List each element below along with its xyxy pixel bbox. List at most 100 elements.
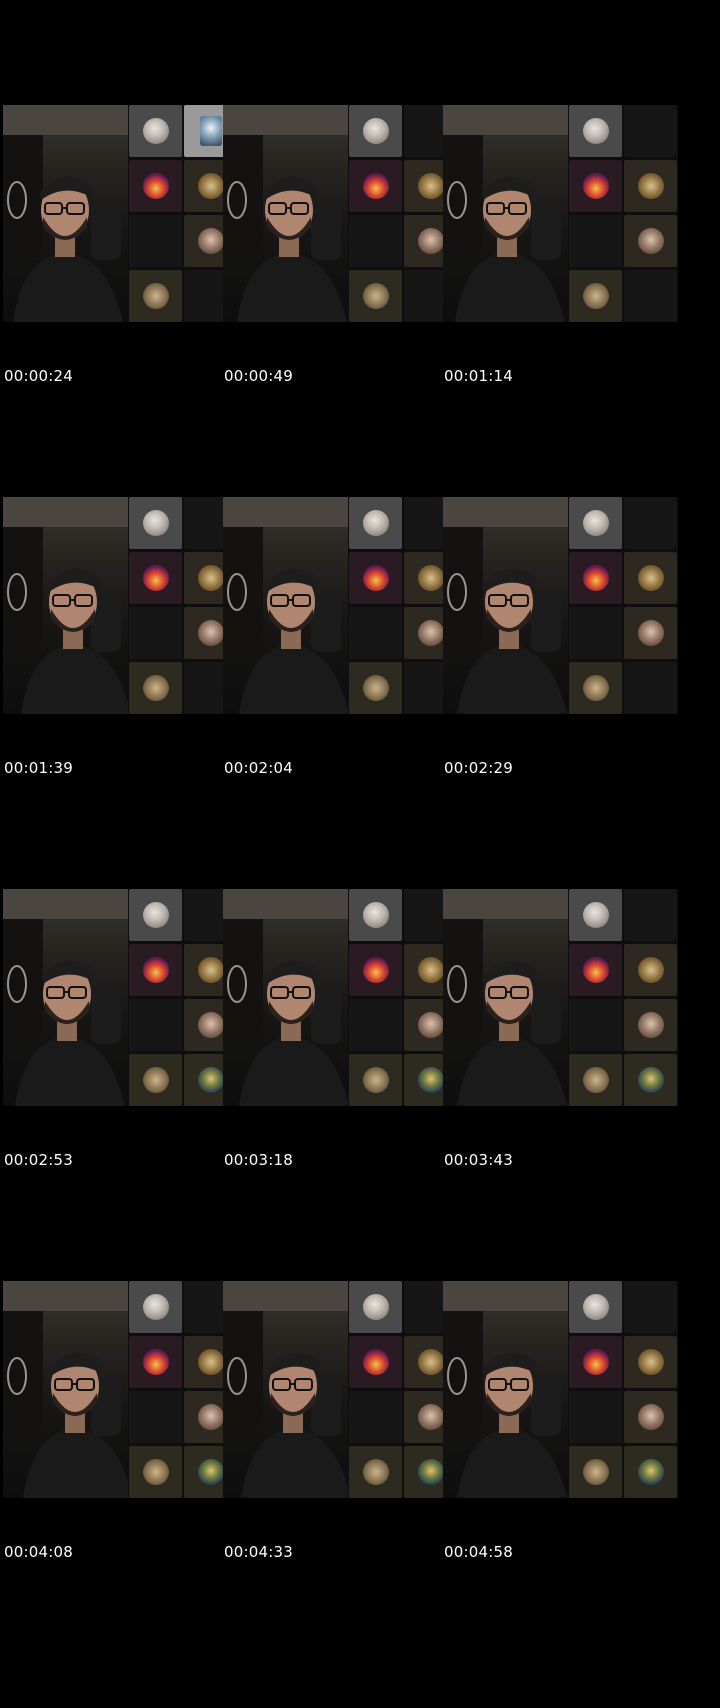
participant-tile[interactable] xyxy=(129,552,182,604)
person-silhouette xyxy=(443,105,568,322)
participant-tile[interactable] xyxy=(129,607,182,659)
participant-tile[interactable] xyxy=(129,1281,182,1333)
participant-tile[interactable] xyxy=(624,1446,677,1498)
participant-tile[interactable] xyxy=(349,1336,402,1388)
lion-avatar xyxy=(362,675,389,701)
portrait-avatar xyxy=(142,118,169,144)
participant-tile[interactable] xyxy=(129,1446,182,1498)
camera-feed xyxy=(223,497,348,714)
participant-tile[interactable] xyxy=(569,105,622,157)
portrait-avatar xyxy=(142,510,169,536)
participant-tile[interactable] xyxy=(624,889,677,941)
camera-feed xyxy=(3,889,128,1106)
participant-tile[interactable] xyxy=(569,999,622,1051)
participant-tile[interactable] xyxy=(129,160,182,212)
participant-tile[interactable] xyxy=(624,105,677,157)
participant-tile[interactable] xyxy=(569,1446,622,1498)
participant-tile[interactable] xyxy=(129,999,182,1051)
participant-tile[interactable] xyxy=(349,270,402,322)
frame-cell: 00:02:53 xyxy=(0,784,240,1211)
participant-tile[interactable] xyxy=(349,1054,402,1106)
participant-tile[interactable] xyxy=(624,270,677,322)
participant-tile[interactable] xyxy=(349,999,402,1051)
participant-tile[interactable] xyxy=(569,1336,622,1388)
participant-tile[interactable] xyxy=(624,607,677,659)
woman-avatar xyxy=(637,1404,664,1430)
participant-tile[interactable] xyxy=(569,662,622,714)
participant-tile[interactable] xyxy=(349,1281,402,1333)
lion-avatar xyxy=(142,675,169,701)
participant-tile[interactable] xyxy=(349,607,402,659)
person-silhouette xyxy=(3,889,128,1106)
video-call-frame xyxy=(3,497,238,714)
participant-tile[interactable] xyxy=(624,662,677,714)
participant-tile[interactable] xyxy=(129,1054,182,1106)
participant-tile[interactable] xyxy=(349,497,402,549)
participant-grid xyxy=(569,1281,678,1498)
participant-tile[interactable] xyxy=(349,1391,402,1443)
participant-tile[interactable] xyxy=(349,105,402,157)
participant-tile[interactable] xyxy=(349,944,402,996)
frame-cell: 00:00:49 xyxy=(220,0,460,427)
participant-tile[interactable] xyxy=(129,1336,182,1388)
lion-avatar xyxy=(362,1459,389,1485)
participant-tile[interactable] xyxy=(349,662,402,714)
participant-tile[interactable] xyxy=(349,215,402,267)
sunset-avatar xyxy=(582,1349,609,1375)
participant-tile[interactable] xyxy=(129,215,182,267)
frame-cell: 00:04:58 xyxy=(440,1176,680,1603)
participant-tile[interactable] xyxy=(569,160,622,212)
frame-cell: 00:02:29 xyxy=(440,392,680,819)
person-silhouette xyxy=(443,497,568,714)
participant-tile[interactable] xyxy=(569,1054,622,1106)
participant-tile[interactable] xyxy=(624,497,677,549)
participant-tile[interactable] xyxy=(349,552,402,604)
participant-tile[interactable] xyxy=(624,215,677,267)
portrait-avatar xyxy=(582,510,609,536)
woman-avatar xyxy=(637,1012,664,1038)
portrait-avatar xyxy=(142,1294,169,1320)
participant-tile[interactable] xyxy=(624,1391,677,1443)
participant-tile[interactable] xyxy=(624,944,677,996)
participant-tile[interactable] xyxy=(569,607,622,659)
frame-timestamp: 00:02:29 xyxy=(444,759,513,777)
participant-tile[interactable] xyxy=(624,1054,677,1106)
lion-avatar xyxy=(582,1459,609,1485)
participant-tile[interactable] xyxy=(129,1391,182,1443)
participant-tile[interactable] xyxy=(349,889,402,941)
participant-tile[interactable] xyxy=(569,944,622,996)
participant-tile[interactable] xyxy=(569,497,622,549)
participant-tile[interactable] xyxy=(129,944,182,996)
participant-tile[interactable] xyxy=(569,1391,622,1443)
person-silhouette xyxy=(223,105,348,322)
participant-tile[interactable] xyxy=(129,105,182,157)
participant-tile[interactable] xyxy=(569,270,622,322)
person-silhouette xyxy=(3,105,128,322)
participant-tile[interactable] xyxy=(129,497,182,549)
participant-tile[interactable] xyxy=(569,552,622,604)
participant-tile[interactable] xyxy=(624,1336,677,1388)
participant-tile[interactable] xyxy=(624,999,677,1051)
participant-tile[interactable] xyxy=(569,889,622,941)
participant-tile[interactable] xyxy=(129,662,182,714)
lion-avatar xyxy=(142,1067,169,1093)
camera-feed xyxy=(3,1281,128,1498)
participant-tile[interactable] xyxy=(624,160,677,212)
participant-tile[interactable] xyxy=(129,270,182,322)
frame-cell: 00:01:14 xyxy=(440,0,680,427)
camera-feed xyxy=(443,1281,568,1498)
participant-tile[interactable] xyxy=(349,160,402,212)
camera-feed xyxy=(443,889,568,1106)
lion-avatar xyxy=(142,1459,169,1485)
participant-tile[interactable] xyxy=(624,1281,677,1333)
frame-cell: 00:03:18 xyxy=(220,784,460,1211)
gold-avatar xyxy=(637,565,664,591)
man-avatar xyxy=(199,116,222,146)
video-call-frame xyxy=(443,497,678,714)
participant-tile[interactable] xyxy=(569,1281,622,1333)
portrait-avatar xyxy=(362,118,389,144)
participant-tile[interactable] xyxy=(624,552,677,604)
participant-tile[interactable] xyxy=(349,1446,402,1498)
participant-tile[interactable] xyxy=(569,215,622,267)
participant-tile[interactable] xyxy=(129,889,182,941)
